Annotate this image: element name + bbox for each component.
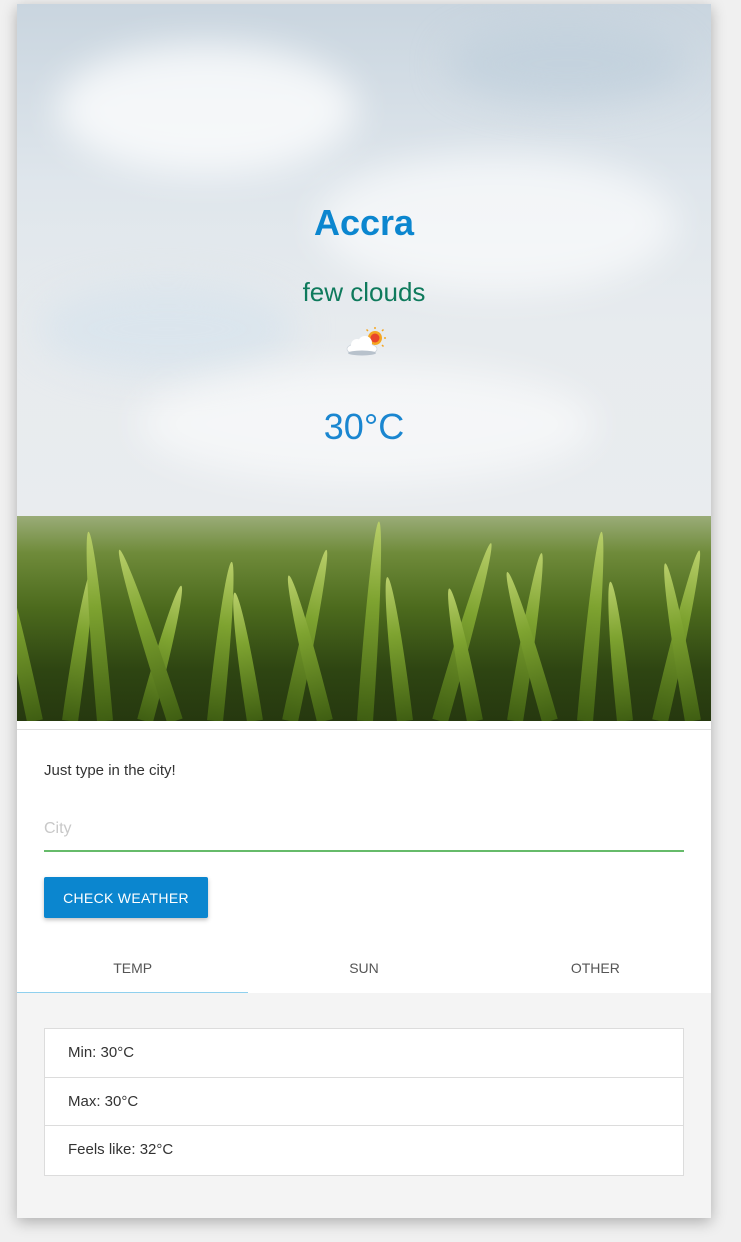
temperature-value: 30°C: [323, 406, 405, 447]
weather-description: few clouds: [302, 277, 426, 307]
city-input[interactable]: [44, 808, 684, 852]
min-temp-item: Min: 30°C: [45, 1029, 683, 1078]
weather-tabs: TEMP SUN OTHER: [17, 944, 711, 994]
feels-like-item: Feels like: 32°C: [68, 1141, 174, 1158]
weather-hero: Accra few clouds 30°C: [17, 4, 711, 721]
city-hint-text: Just type in the city!: [44, 762, 176, 779]
city-name: Accra: [313, 202, 415, 243]
temp-details-list: Min: 30°C Max: 30°C Feels like: 32°C: [44, 1028, 684, 1176]
tab-sun[interactable]: SUN: [248, 944, 479, 994]
few-clouds-icon: [346, 327, 386, 356]
city-search-form: Just type in the city! CHECK WEATHER TEM…: [17, 729, 711, 994]
max-temp-item: Max: 30°C: [45, 1078, 683, 1126]
tab-temp[interactable]: TEMP: [17, 944, 249, 994]
temp-tab-panel: Min: 30°C Max: 30°C Feels like: 32°C: [17, 993, 711, 1218]
tab-other[interactable]: OTHER: [480, 944, 711, 994]
weather-card: Accra few clouds 30°C Just type in the c…: [17, 4, 711, 1218]
cornfield-background: [17, 516, 711, 721]
check-weather-button[interactable]: CHECK WEATHER: [44, 877, 208, 918]
